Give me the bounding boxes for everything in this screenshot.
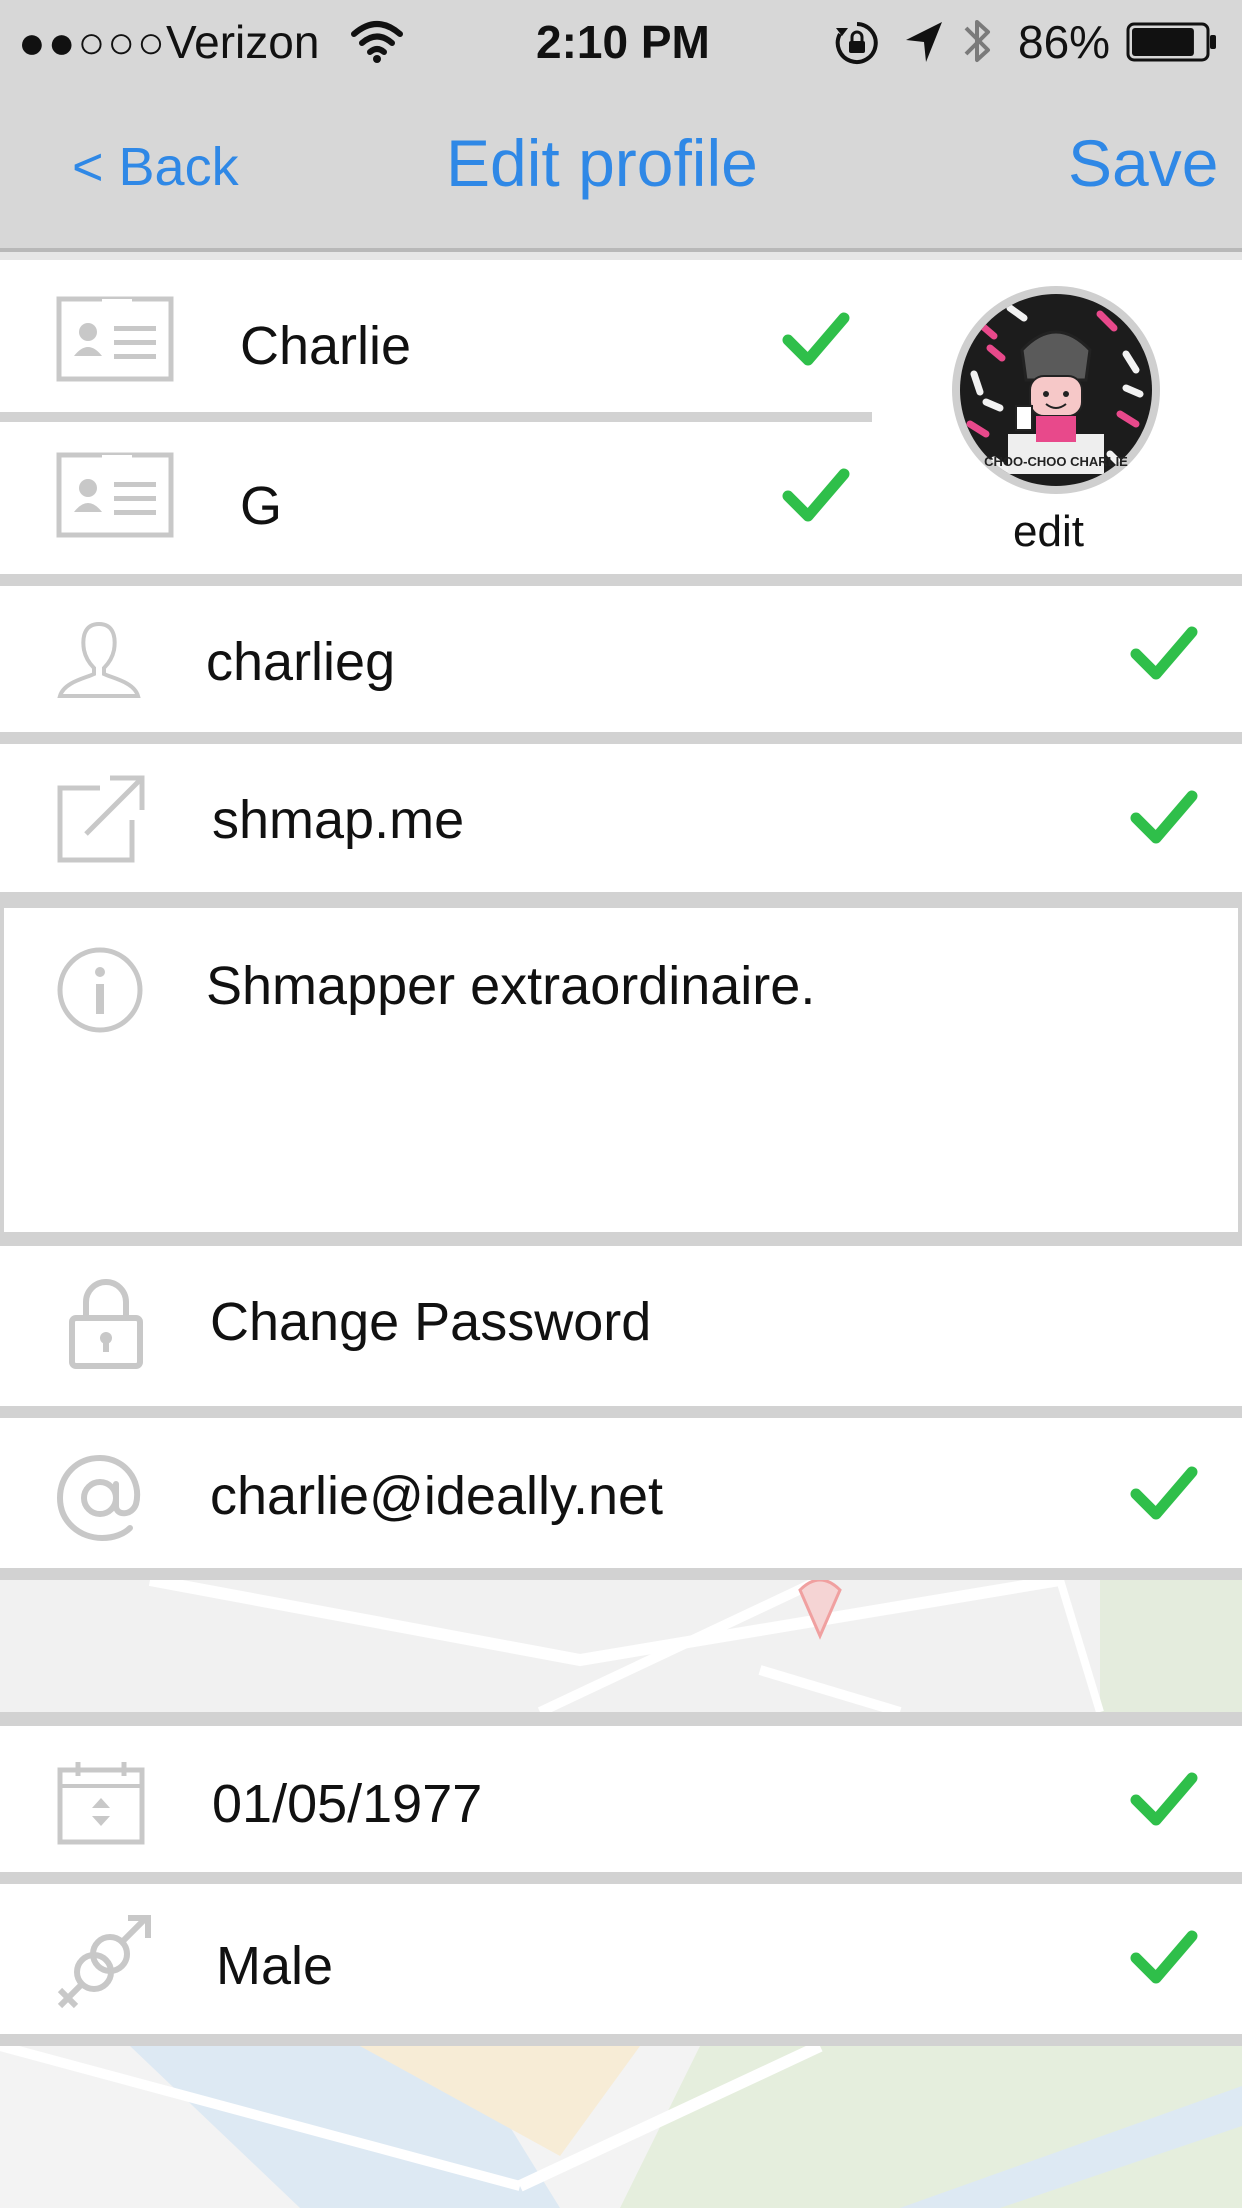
checkmark-icon	[1130, 624, 1198, 687]
divider	[0, 412, 872, 422]
at-sign-icon	[56, 1454, 144, 1547]
bio-text[interactable]: Shmapper extraordinaire.	[206, 954, 815, 1018]
divider	[0, 574, 1242, 586]
last-name-field[interactable]: G	[240, 474, 282, 538]
birthdate-row[interactable]: 01/05/1977	[0, 1726, 1242, 1872]
divider	[0, 1872, 1242, 1884]
divider	[0, 2034, 1242, 2046]
checkmark-icon	[1130, 1770, 1198, 1833]
save-button[interactable]: Save	[1068, 128, 1218, 198]
email-row[interactable]: charlie@ideally.net	[0, 1418, 1242, 1568]
divider	[0, 1568, 1242, 1580]
last-name-row[interactable]: G	[0, 422, 872, 574]
page-title: Edit profile	[446, 126, 758, 200]
edit-avatar-link[interactable]: edit	[1013, 506, 1084, 558]
external-link-icon	[56, 774, 146, 869]
calendar-icon	[56, 1760, 146, 1851]
divider	[0, 1406, 1242, 1418]
wifi-icon	[350, 18, 404, 69]
website-row[interactable]: shmap.me	[0, 744, 1242, 892]
back-button[interactable]: < Back	[72, 132, 239, 202]
map-background	[0, 1580, 1242, 1712]
id-card-icon	[56, 452, 174, 543]
battery-percent: 86%	[1018, 16, 1111, 68]
lock-icon	[68, 1278, 144, 1375]
divider	[0, 1712, 1242, 1726]
gender-row[interactable]: Male	[0, 1884, 1242, 2034]
checkmark-icon	[782, 310, 850, 373]
rotation-lock-icon	[834, 20, 880, 71]
change-password-row[interactable]: Change Password	[0, 1246, 1242, 1406]
user-icon	[56, 620, 142, 705]
battery-icon	[1126, 22, 1218, 67]
carrier-name: Verizon	[166, 16, 320, 68]
username-row[interactable]: charlieg	[0, 586, 1242, 732]
avatar-caption: CHOO-CHOO CHARLIE	[984, 454, 1128, 469]
email-field[interactable]: charlie@ideally.net	[210, 1464, 663, 1528]
divider	[0, 1236, 1242, 1246]
username-field[interactable]: charlieg	[206, 630, 395, 694]
bio-textarea[interactable]: Shmapper extraordinaire.	[0, 904, 1242, 1236]
website-field[interactable]: shmap.me	[212, 788, 464, 852]
bluetooth-icon	[960, 14, 994, 73]
divider	[0, 252, 1242, 260]
change-password-label: Change Password	[210, 1292, 652, 1352]
first-name-row[interactable]: Charlie	[0, 260, 872, 412]
id-card-icon	[56, 296, 174, 387]
gender-field[interactable]: Male	[216, 1934, 333, 1998]
avatar[interactable]: CHOO-CHOO CHARLIE	[950, 284, 1162, 496]
first-name-field[interactable]: Charlie	[240, 314, 411, 378]
birthdate-field[interactable]: 01/05/1977	[212, 1772, 482, 1836]
location-arrow-icon	[904, 20, 944, 69]
divider	[0, 732, 1242, 744]
map-background	[0, 2046, 1242, 2208]
checkmark-icon	[782, 466, 850, 529]
checkmark-icon	[1130, 1928, 1198, 1991]
signal-strength: ●●○○○	[18, 16, 167, 68]
gender-icon	[54, 1914, 154, 2019]
clock: 2:10 PM	[536, 16, 710, 68]
info-icon	[56, 946, 144, 1039]
checkmark-icon	[1130, 1464, 1198, 1527]
divider	[0, 892, 1242, 904]
top-bar: ●●○○○ Verizon 2:10 PM 86% < Back Edit pr…	[0, 0, 1242, 252]
checkmark-icon	[1130, 788, 1198, 851]
